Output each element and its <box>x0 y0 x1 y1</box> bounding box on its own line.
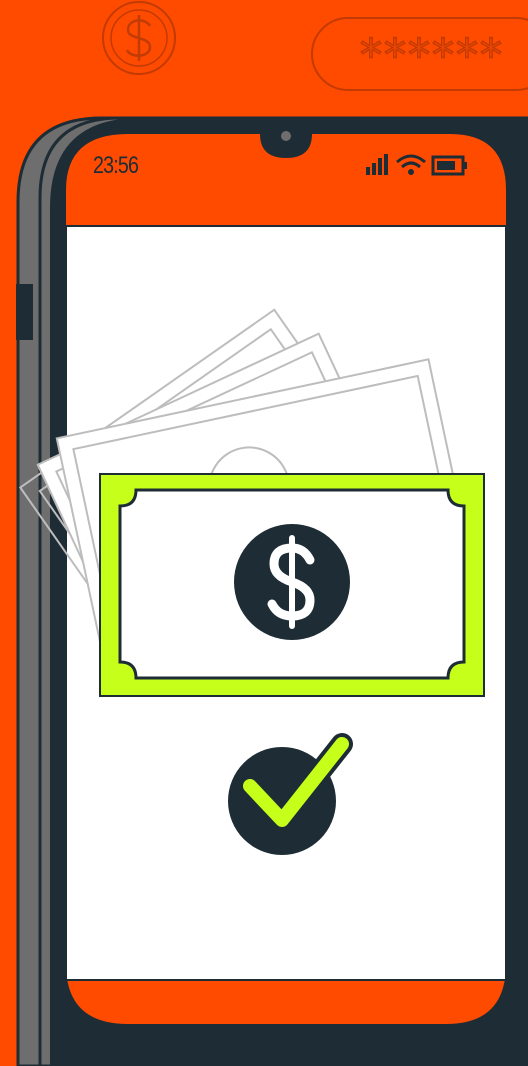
password-mask: ****** <box>359 29 504 82</box>
status-time: 23:56 <box>93 152 139 179</box>
scene <box>16 1 528 1066</box>
side-button[interactable] <box>16 284 33 340</box>
dollar-banknote-icon <box>99 473 485 697</box>
dollar-coin-icon <box>102 1 176 75</box>
camera-icon <box>281 131 291 141</box>
